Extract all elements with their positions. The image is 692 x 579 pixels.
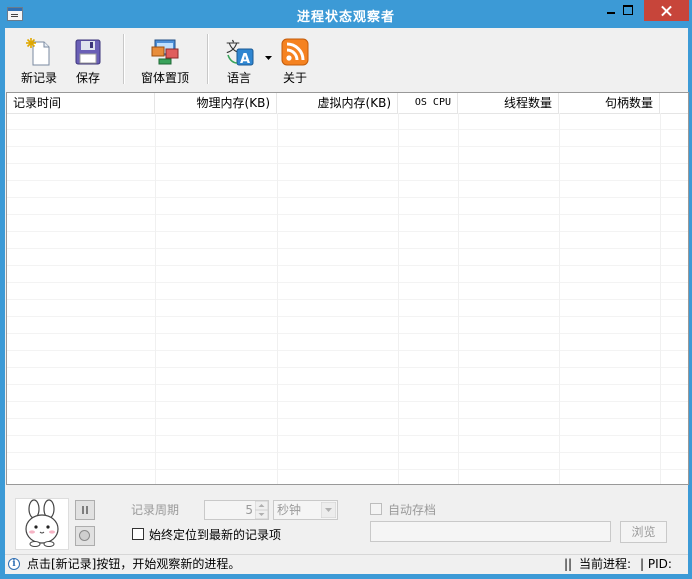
column-header-handle-count[interactable]: 句柄数量 [559,93,660,113]
about-button[interactable]: 关于 [275,34,315,86]
new-document-icon [26,38,50,66]
records-list[interactable]: 记录时间 物理内存(KB) 虚拟内存(KB) OS CPU 线程数量 句柄数量 [6,92,689,485]
window-top-label: 窗体置顶 [140,71,189,85]
new-record-button[interactable]: 新记录 [15,34,63,86]
follow-latest-label: 始终定位到最新的记录项 [149,528,282,542]
toolbar-separator [207,34,209,84]
title-bar[interactable]: 进程状态观察者 [0,0,692,28]
main-window: 进程状态观察者 新记录 保存 窗体置顶 文 A 语言 关于 记录时间 物理内存(… [0,0,692,579]
save-label: 保存 [75,71,100,85]
current-process-label: 当前进程: [579,557,632,571]
list-header: 记录时间 物理内存(KB) 虚拟内存(KB) OS CPU 线程数量 句柄数量 [7,93,688,114]
column-divider [458,113,459,484]
chevron-down-icon[interactable] [265,56,272,61]
column-header-thread-count[interactable]: 线程数量 [458,93,559,113]
column-divider [277,113,278,484]
auto-save-label: 自动存档 [388,503,437,517]
column-divider [559,113,560,484]
window-pin-icon [151,39,179,65]
svg-text:A: A [240,52,250,67]
save-button[interactable]: 保存 [67,34,109,86]
column-header-virtual-memory[interactable]: 虚拟内存(KB) [277,93,398,113]
status-separator: || [564,557,573,571]
toolbar-separator [123,34,125,84]
language-label: 语言 [226,71,251,85]
language-button[interactable]: 文 A 语言 [217,34,261,86]
mascot-image [15,498,69,550]
spinner-arrows-icon[interactable] [255,501,268,519]
pid-label: | PID: [640,557,672,571]
column-header-record-time[interactable]: 记录时间 [7,93,155,113]
column-divider [155,113,156,484]
floppy-disk-icon [75,39,101,65]
browse-button[interactable]: 浏览 [620,521,667,543]
translate-icon: 文 A [226,40,254,67]
window-title: 进程状态观察者 [296,10,395,25]
toolbar: 新记录 保存 窗体置顶 文 A 语言 关于 [5,28,688,92]
new-record-label: 新记录 [20,71,57,85]
column-divider [398,113,399,484]
maximize-button[interactable] [614,0,641,21]
save-path-input[interactable] [370,521,611,542]
status-message: 点击[新记录]按钮，开始观察新的进程。 [27,557,241,571]
bunny-icon [25,499,59,547]
pause-button[interactable] [75,500,95,520]
column-divider [660,113,661,484]
stop-button[interactable] [75,526,95,546]
close-button[interactable] [644,0,689,21]
list-rows [7,113,688,484]
status-bar: i 点击[新记录]按钮，开始观察新的进程。 || 当前进程: | PID: [5,554,688,574]
control-panel: 记录周期 5 秒钟 始终定位到最新的记录项 自动存档 浏览 [5,488,688,552]
record-period-label: 记录周期 [131,503,180,517]
client-area: 新记录 保存 窗体置顶 文 A 语言 关于 记录时间 物理内存(KB) 虚拟内存… [5,28,689,574]
window-top-button[interactable]: 窗体置顶 [133,34,197,86]
column-header-physical-memory[interactable]: 物理内存(KB) [155,93,277,113]
info-icon: i [8,558,20,570]
column-header-os-cpu[interactable]: OS CPU [398,93,458,113]
chevron-down-icon[interactable] [321,502,336,518]
about-label: 关于 [282,71,307,85]
follow-latest-checkbox[interactable] [132,528,144,540]
rss-icon [281,38,309,66]
auto-save-checkbox[interactable] [370,503,382,515]
